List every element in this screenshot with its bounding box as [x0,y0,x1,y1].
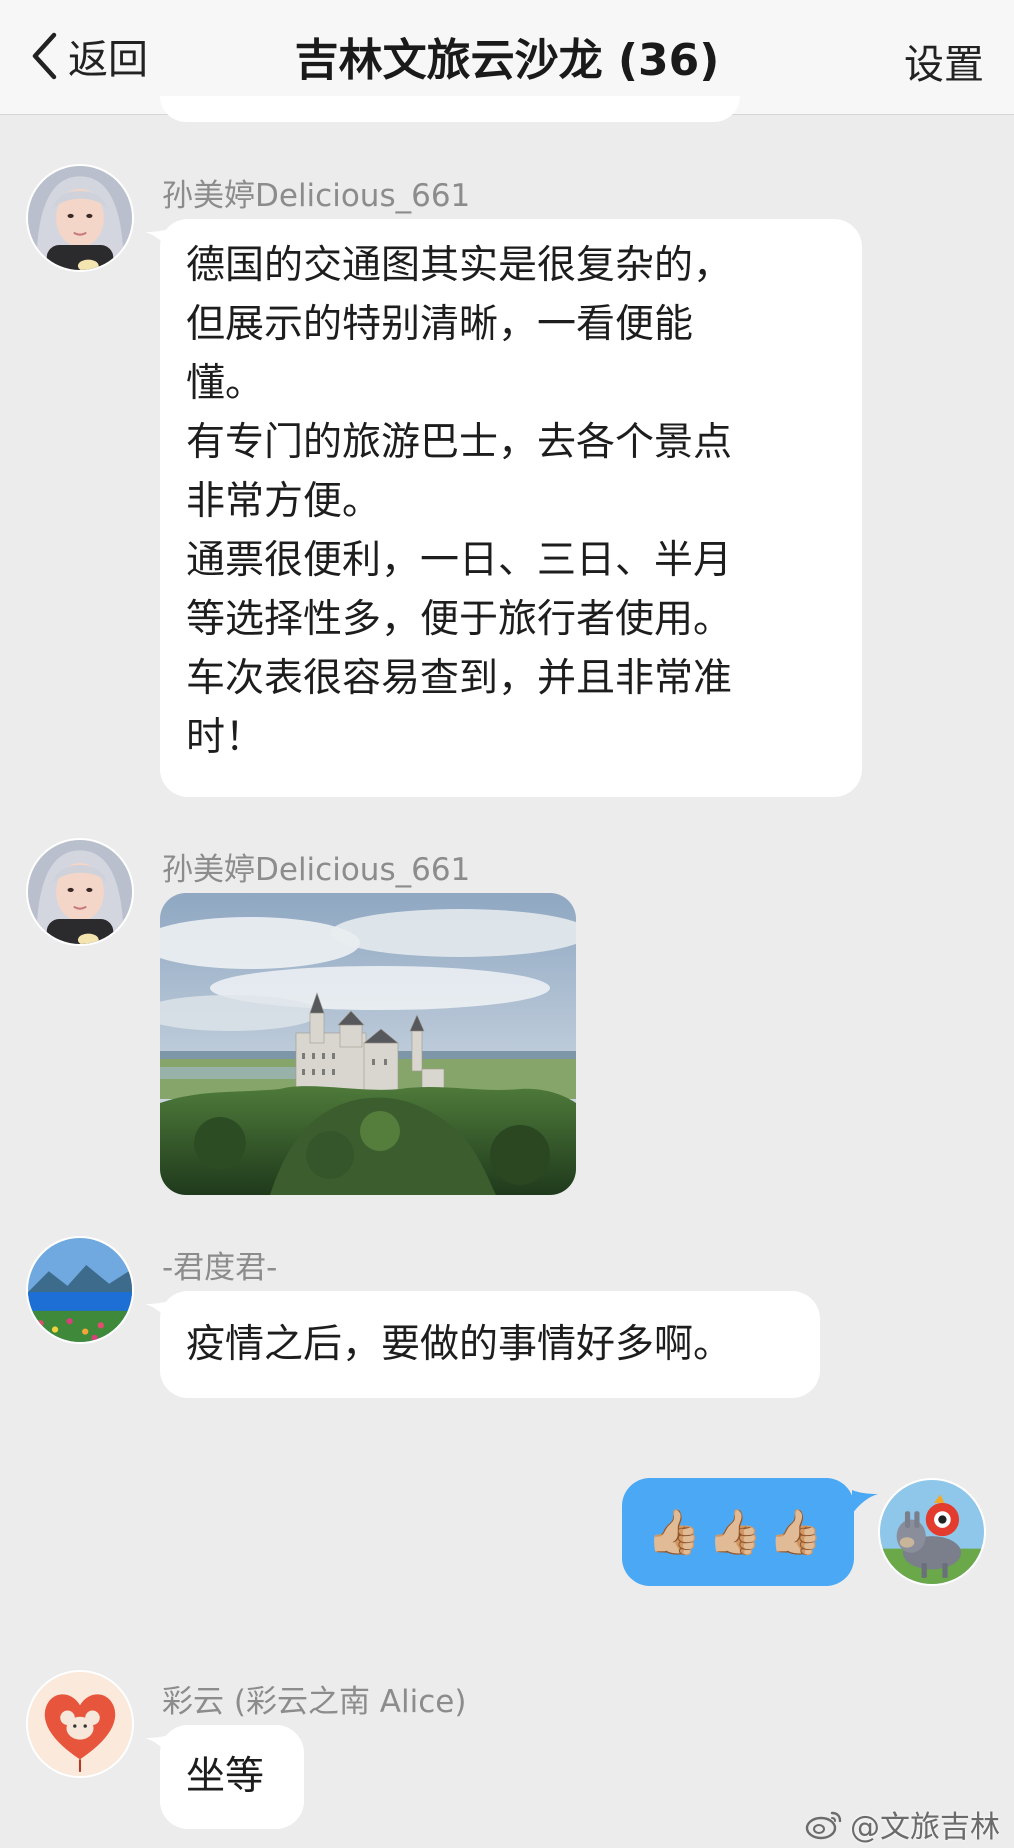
sender-name: 彩云 (彩云之南 Alice) [162,1684,467,1720]
thumbs-up-emoji: 👍🏼👍🏼👍🏼 [646,1507,830,1558]
castle-photo-image [160,893,576,1195]
heart-mouse-icon [28,1672,132,1776]
previous-message-bubble[interactable] [160,96,740,122]
message-bubble[interactable]: 德国的交通图其实是很复杂的， 但展示的特别清晰，一看便能 懂。 有专门的旅游巴士… [160,219,862,797]
avatar-portrait-icon [28,840,132,944]
message-line: 德国的交通图其实是很复杂的， [186,243,733,288]
message-line: 懂。 [186,361,265,406]
avatar-portrait-icon [28,166,132,270]
sender-name: 孙美婷Delicious_661 [162,852,471,888]
settings-button[interactable]: 设置 [904,32,984,90]
message-line: 等选择性多，便于旅行者使用。 [186,597,733,642]
message-line: 非常方便。 [186,479,382,524]
message-bubble[interactable]: 坐等 [160,1725,304,1829]
back-button[interactable]: 返回 [30,26,148,86]
weibo-watermark: @文旅吉林 [804,1802,1000,1846]
avatar-sun-meiting[interactable] [26,164,134,272]
avatar-caiyun[interactable] [26,1670,134,1778]
message-bubble[interactable]: 疫情之后，要做的事情好多啊。 [160,1291,820,1398]
avatar-jun-du-jun[interactable] [26,1236,134,1344]
back-label: 返回 [68,37,148,83]
avatar-sun-meiting[interactable] [26,838,134,946]
castle-photo[interactable] [160,893,576,1195]
sender-name: -君度君- [162,1250,278,1286]
message-line: 车次表很容易查到，并且非常准 [186,656,733,701]
chevron-left-icon [32,32,57,80]
watermark-text: @文旅吉林 [850,1810,1000,1845]
message-line: 有专门的旅游巴士，去各个景点 [186,420,733,465]
chat-title: 吉林文旅云沙龙 (36) [294,35,720,86]
message-line: 坐等 [186,1754,265,1799]
avatar-landscape-icon [28,1238,132,1342]
avatar-own[interactable] [878,1478,986,1586]
sender-name: 孙美婷Delicious_661 [162,178,471,214]
message-line: 通票很便利，一日、三日、半月 [186,538,733,583]
mascot-donkey-icon [880,1480,984,1584]
weibo-icon [805,1811,842,1840]
message-line: 疫情之后，要做的事情好多啊。 [186,1322,733,1367]
message-line: 时！ [186,715,265,760]
outgoing-message-bubble[interactable]: 👍🏼👍🏼👍🏼 [622,1478,854,1586]
bubble-tail [852,1490,878,1514]
message-line: 但展示的特别清晰，一看便能 [186,302,694,347]
